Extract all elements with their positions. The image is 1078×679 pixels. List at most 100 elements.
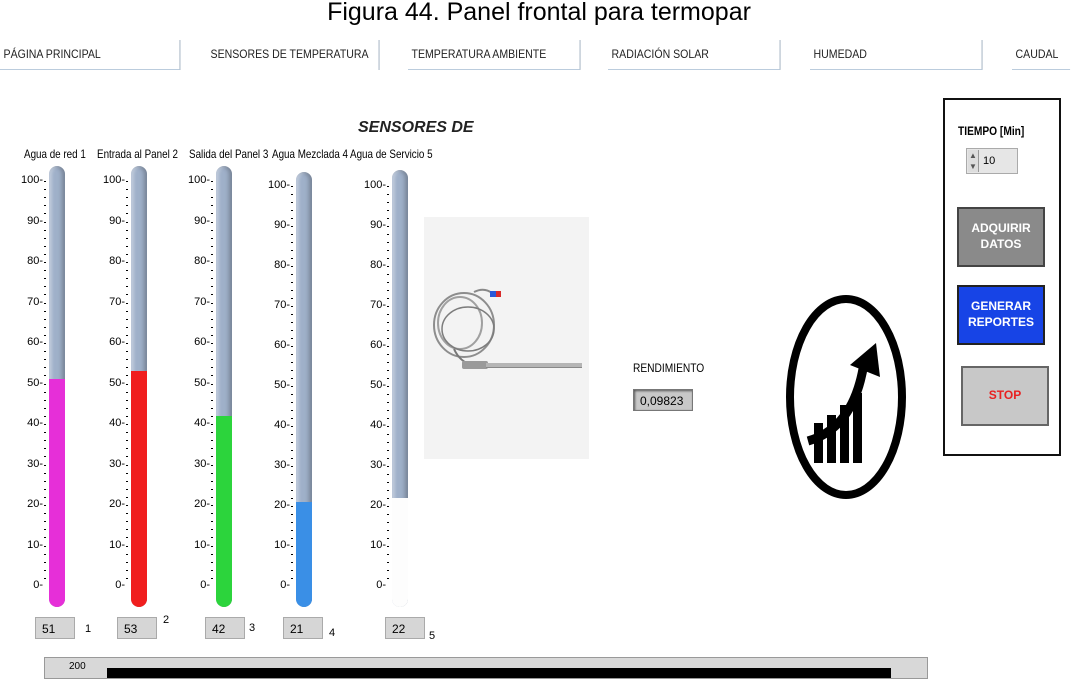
growth-chart-icon — [784, 293, 908, 503]
minor-tick — [291, 386, 293, 387]
minor-tick — [44, 286, 46, 288]
tab-bar: PÁGINA PRINCIPAL SENSORES DE TEMPERATURA… — [0, 40, 1078, 70]
minor-tick — [291, 306, 293, 307]
thermometer-fill-3 — [216, 415, 232, 607]
minor-tick — [291, 266, 293, 267]
figure-caption: Figura 44. Panel frontal para termopar — [327, 0, 751, 26]
minor-tick — [291, 450, 293, 451]
minor-tick — [291, 298, 293, 299]
minor-tick — [211, 229, 213, 231]
minor-tick — [291, 290, 293, 291]
minor-tick — [211, 375, 213, 377]
tiempo-spinner[interactable]: ▲ ▼ 10 — [966, 148, 1018, 174]
minor-tick — [387, 562, 389, 563]
minor-tick — [291, 250, 293, 251]
minor-tick — [291, 394, 293, 395]
generar-reportes-button[interactable]: GENERAR REPORTES — [957, 285, 1045, 345]
minor-tick — [44, 229, 46, 231]
tab-pagina-principal[interactable]: PÁGINA PRINCIPAL — [0, 40, 181, 70]
minor-tick — [44, 302, 46, 304]
minor-tick — [44, 488, 46, 490]
minor-tick — [126, 399, 128, 401]
scale-tick-label: 10- — [274, 539, 290, 551]
value-box-2: 53 — [117, 617, 157, 639]
minor-tick — [387, 186, 389, 187]
minor-tick — [291, 434, 293, 435]
scale-tick-label: 90- — [27, 214, 43, 227]
thermo-label-2: Entrada al Panel 2 — [97, 147, 178, 161]
scale-tick-label: 70- — [194, 295, 210, 308]
minor-tick — [126, 302, 128, 304]
tab-radiacion-solar[interactable]: RADIACIÓN SOLAR — [608, 40, 781, 70]
minor-tick — [126, 213, 128, 215]
tab-humedad[interactable]: HUMEDAD — [810, 40, 983, 70]
minor-tick — [291, 378, 293, 379]
minor-tick — [126, 343, 128, 344]
minor-tick — [44, 326, 46, 328]
minor-tick — [211, 399, 213, 401]
minor-tick — [291, 554, 293, 555]
index-label-3: 3 — [249, 622, 256, 634]
minor-tick — [126, 505, 128, 506]
minor-tick — [211, 278, 213, 280]
minor-tick — [211, 577, 213, 579]
tiempo-value[interactable]: 10 — [983, 155, 995, 167]
minor-tick — [387, 554, 389, 555]
minor-tick — [387, 386, 389, 387]
minor-tick — [126, 407, 128, 409]
minor-tick — [126, 440, 128, 442]
minor-tick — [126, 197, 128, 199]
minor-tick — [44, 399, 46, 401]
scale-tick-label: 70- — [27, 295, 43, 308]
tab-caudal[interactable]: CAUDAL — [1012, 40, 1071, 70]
minor-tick — [387, 410, 389, 411]
graph-panel: 200 — [44, 657, 928, 679]
section-title: SENSORES DE — [358, 119, 474, 136]
minor-tick — [211, 464, 213, 466]
minor-tick — [211, 440, 213, 442]
minor-tick — [44, 181, 46, 182]
minor-tick — [44, 383, 46, 385]
minor-tick — [211, 221, 213, 223]
minor-tick — [44, 415, 46, 417]
minor-tick — [291, 314, 293, 315]
minor-tick — [126, 221, 128, 223]
adquirir-datos-button[interactable]: ADQUIRIR DATOS — [957, 207, 1045, 267]
minor-tick — [387, 522, 389, 523]
tab-sensores-temperatura[interactable]: SENSORES DE TEMPERATURA — [207, 40, 380, 70]
minor-tick — [291, 226, 293, 227]
minor-tick — [387, 330, 389, 331]
minor-tick — [291, 506, 293, 507]
thermometer-1 — [49, 166, 65, 607]
scale-tick-label: 50- — [109, 376, 125, 389]
scale-tick-label: 60- — [109, 336, 125, 348]
minor-tick — [387, 306, 389, 307]
rendimiento-label: RENDIMIENTO — [633, 361, 705, 375]
tab-temperatura-ambiente[interactable]: TEMPERATURA AMBIENTE — [408, 40, 581, 70]
scale-tick-label: 100- — [268, 179, 291, 191]
value-box-1: 51 — [35, 617, 75, 639]
scale-tick-label: 40- — [109, 417, 125, 429]
minor-tick — [126, 553, 128, 555]
scale-tick-label: 30- — [274, 459, 290, 471]
minor-tick — [291, 474, 293, 475]
minor-tick — [211, 245, 213, 247]
minor-tick — [211, 205, 213, 207]
minor-tick — [44, 213, 46, 215]
spinner-arrows-icon[interactable]: ▲ ▼ — [968, 150, 979, 172]
minor-tick — [211, 545, 213, 547]
minor-tick — [291, 530, 293, 531]
minor-tick — [291, 498, 293, 499]
scale-tick-label: 20- — [370, 499, 386, 511]
scale-tick-label: 40- — [27, 417, 43, 429]
minor-tick — [211, 537, 213, 539]
minor-tick — [211, 472, 213, 474]
minor-tick — [126, 229, 128, 231]
stop-button[interactable]: STOP — [961, 366, 1049, 426]
graph-ymax-label: 200 — [69, 661, 86, 672]
index-label-1: 1 — [85, 623, 92, 635]
minor-tick — [126, 383, 128, 385]
minor-tick — [211, 318, 213, 320]
minor-tick — [44, 407, 46, 409]
minor-tick — [291, 202, 293, 203]
